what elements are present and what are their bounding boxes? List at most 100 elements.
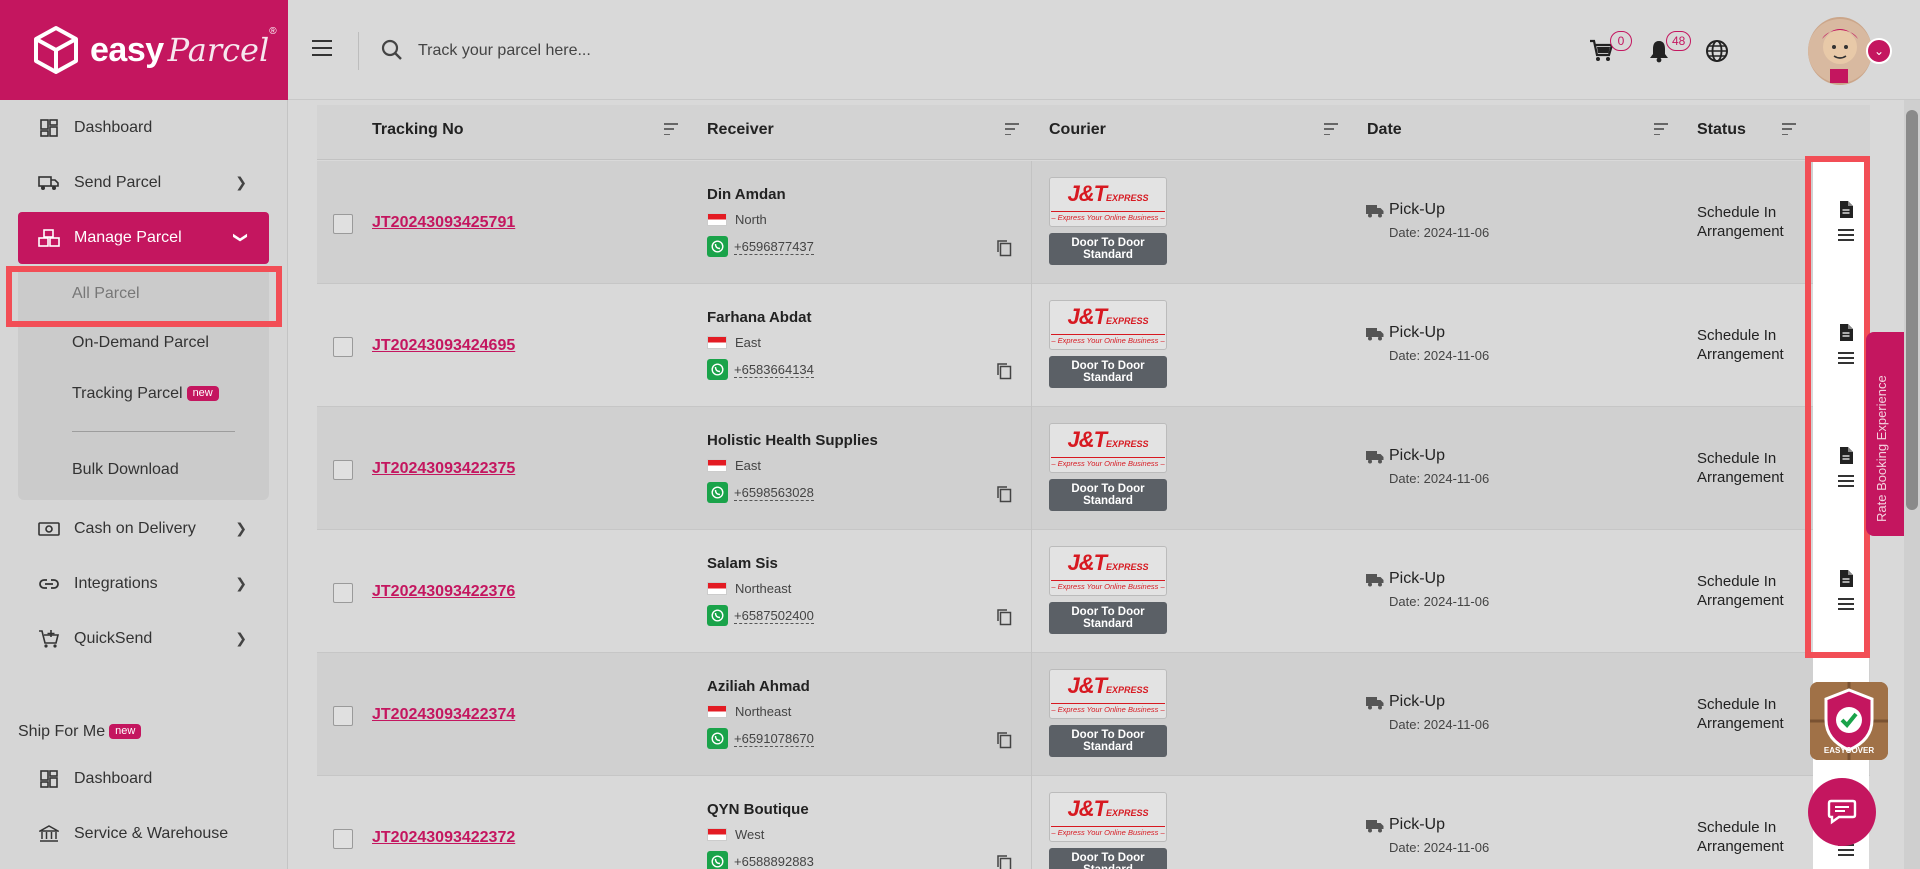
courier-tagline: – Express Your Online Business – xyxy=(1051,456,1165,468)
receiver-name: Aziliah Ahmad xyxy=(707,678,810,695)
copy-icon[interactable] xyxy=(996,854,1012,869)
sidebar-item-service-warehouse[interactable]: Service & Warehouse xyxy=(18,808,269,860)
easycover-badge[interactable]: EASYCOVER xyxy=(1810,682,1888,760)
row-checkbox[interactable] xyxy=(333,337,353,357)
tracking-number-link[interactable]: JT20243093422376 xyxy=(372,583,515,601)
status-line-2: Arrangement xyxy=(1697,592,1784,609)
copy-icon[interactable] xyxy=(996,608,1012,626)
brand-logo[interactable]: easy Parcel ® xyxy=(0,0,288,100)
table-row: JT20243093422374 Aziliah Ahmad Northeast… xyxy=(317,653,1870,776)
col-header-date[interactable]: Date xyxy=(1367,121,1402,139)
sidebar-item-label: Integrations xyxy=(74,575,158,592)
column-divider xyxy=(1031,407,1032,530)
jt-express-logo: J&TEXPRESS – Express Your Online Busines… xyxy=(1049,423,1167,473)
phone-number[interactable]: +6583664134 xyxy=(734,362,814,378)
copy-icon[interactable] xyxy=(996,731,1012,749)
whatsapp-icon[interactable] xyxy=(707,482,728,503)
submenu-bulk-download[interactable]: Bulk Download xyxy=(72,461,179,479)
table-row: JT20243093422375 Holistic Health Supplie… xyxy=(317,407,1870,530)
phone-number[interactable]: +6591078670 xyxy=(734,731,814,747)
chat-button[interactable] xyxy=(1808,778,1876,846)
tracking-number-link[interactable]: JT20243093425791 xyxy=(372,214,515,232)
row-checkbox[interactable] xyxy=(333,829,353,849)
status-line-2: Arrangement xyxy=(1697,346,1784,363)
service-type-badge: Door To DoorStandard xyxy=(1049,848,1167,869)
user-avatar[interactable] xyxy=(1808,17,1872,85)
submenu-tracking-parcel[interactable]: Tracking Parcel new xyxy=(72,385,219,403)
copy-icon[interactable] xyxy=(996,362,1012,380)
page-scrollbar[interactable] xyxy=(1904,100,1920,869)
whatsapp-icon[interactable] xyxy=(707,851,728,869)
col-header-tracking[interactable]: Tracking No xyxy=(372,121,464,139)
sidebar-item-integrations[interactable]: Integrations ❯ xyxy=(18,558,269,610)
column-divider xyxy=(1031,653,1032,776)
rate-booking-experience-tab[interactable]: Rate Booking Experience xyxy=(1866,332,1904,536)
whatsapp-icon[interactable] xyxy=(707,728,728,749)
sidebar-item-quicksend[interactable]: QuickSend ❯ xyxy=(18,613,269,665)
receiver-phone: +6588892883 xyxy=(707,851,814,869)
boxes-icon xyxy=(38,227,60,249)
whatsapp-icon[interactable] xyxy=(707,236,728,257)
sidebar-item-send-parcel[interactable]: Send Parcel ❯ xyxy=(18,157,269,209)
parcel-table: Tracking No Receiver Courier Date Status… xyxy=(317,105,1870,869)
row-checkbox[interactable] xyxy=(333,706,353,726)
service-line-1: Door To Door xyxy=(1071,729,1145,741)
service-line-1: Door To Door xyxy=(1071,360,1145,372)
brand-name: easy xyxy=(90,30,164,69)
row-checkbox[interactable] xyxy=(333,214,353,234)
service-line-1: Door To Door xyxy=(1071,852,1145,864)
sidebar-item-manage-parcel[interactable]: Manage Parcel ❯ xyxy=(18,212,269,264)
phone-number[interactable]: +6598563028 xyxy=(734,485,814,501)
phone-number[interactable]: +6588892883 xyxy=(734,854,814,869)
menu-toggle-icon[interactable] xyxy=(312,40,332,56)
status-line-1: Schedule In xyxy=(1697,450,1777,467)
whatsapp-icon[interactable] xyxy=(707,359,728,380)
dashboard-icon xyxy=(38,768,60,790)
sort-icon[interactable] xyxy=(664,123,678,135)
courier-brand-sub: EXPRESS xyxy=(1106,438,1149,449)
phone-number[interactable]: +6596877437 xyxy=(734,239,814,255)
sort-icon[interactable] xyxy=(1005,123,1019,135)
status-line-2: Arrangement xyxy=(1697,469,1784,486)
sidebar-item-dashboard[interactable]: Dashboard xyxy=(18,102,269,154)
tracking-number-link[interactable]: JT20243093422372 xyxy=(372,829,515,847)
status-line-2: Arrangement xyxy=(1697,838,1784,855)
receiver-name: Farhana Abdat xyxy=(707,309,812,326)
copy-icon[interactable] xyxy=(996,239,1012,257)
region-text: West xyxy=(735,827,765,842)
globe-icon[interactable] xyxy=(1704,38,1730,64)
service-line-2: Standard xyxy=(1083,249,1133,261)
tracking-number-link[interactable]: JT20243093424695 xyxy=(372,337,515,355)
service-line-1: Door To Door xyxy=(1071,606,1145,618)
receiver-phone: +6587502400 xyxy=(707,605,814,626)
row-checkbox[interactable] xyxy=(333,583,353,603)
tracking-number-link[interactable]: JT20243093422375 xyxy=(372,460,515,478)
sidebar-item-sfm-dashboard[interactable]: Dashboard xyxy=(18,753,269,805)
sort-icon[interactable] xyxy=(1782,123,1796,135)
phone-number[interactable]: +6587502400 xyxy=(734,608,814,624)
feedback-label: Rate Booking Experience xyxy=(1874,375,1889,522)
courier-tagline-text: Express Your Online Business xyxy=(1057,458,1159,468)
col-header-status[interactable]: Status xyxy=(1697,121,1746,139)
easycover-label: EASYCOVER xyxy=(1823,746,1875,755)
date-type: Pick-Up xyxy=(1389,816,1446,833)
cash-icon xyxy=(38,518,60,540)
track-parcel-search-input[interactable] xyxy=(418,36,918,66)
col-header-courier[interactable]: Courier xyxy=(1049,121,1106,139)
new-badge: new xyxy=(109,724,142,740)
sidebar-item-cash-on-delivery[interactable]: Cash on Delivery ❯ xyxy=(18,503,269,555)
submenu-on-demand-parcel[interactable]: On-Demand Parcel xyxy=(72,334,209,352)
account-dropdown-icon[interactable]: ⌄ xyxy=(1866,38,1892,64)
sort-icon[interactable] xyxy=(1654,123,1668,135)
receiver-phone: +6583664134 xyxy=(707,359,814,380)
scrollbar-thumb[interactable] xyxy=(1906,110,1918,510)
receiver-phone: +6598563028 xyxy=(707,482,814,503)
copy-icon[interactable] xyxy=(996,485,1012,503)
receiver-region: East xyxy=(707,335,761,350)
whatsapp-icon[interactable] xyxy=(707,605,728,626)
sort-icon[interactable] xyxy=(1324,123,1338,135)
col-header-receiver[interactable]: Receiver xyxy=(707,121,774,139)
tracking-number-link[interactable]: JT20243093422374 xyxy=(372,706,515,724)
row-checkbox[interactable] xyxy=(333,460,353,480)
courier-brand-sub: EXPRESS xyxy=(1106,684,1149,695)
